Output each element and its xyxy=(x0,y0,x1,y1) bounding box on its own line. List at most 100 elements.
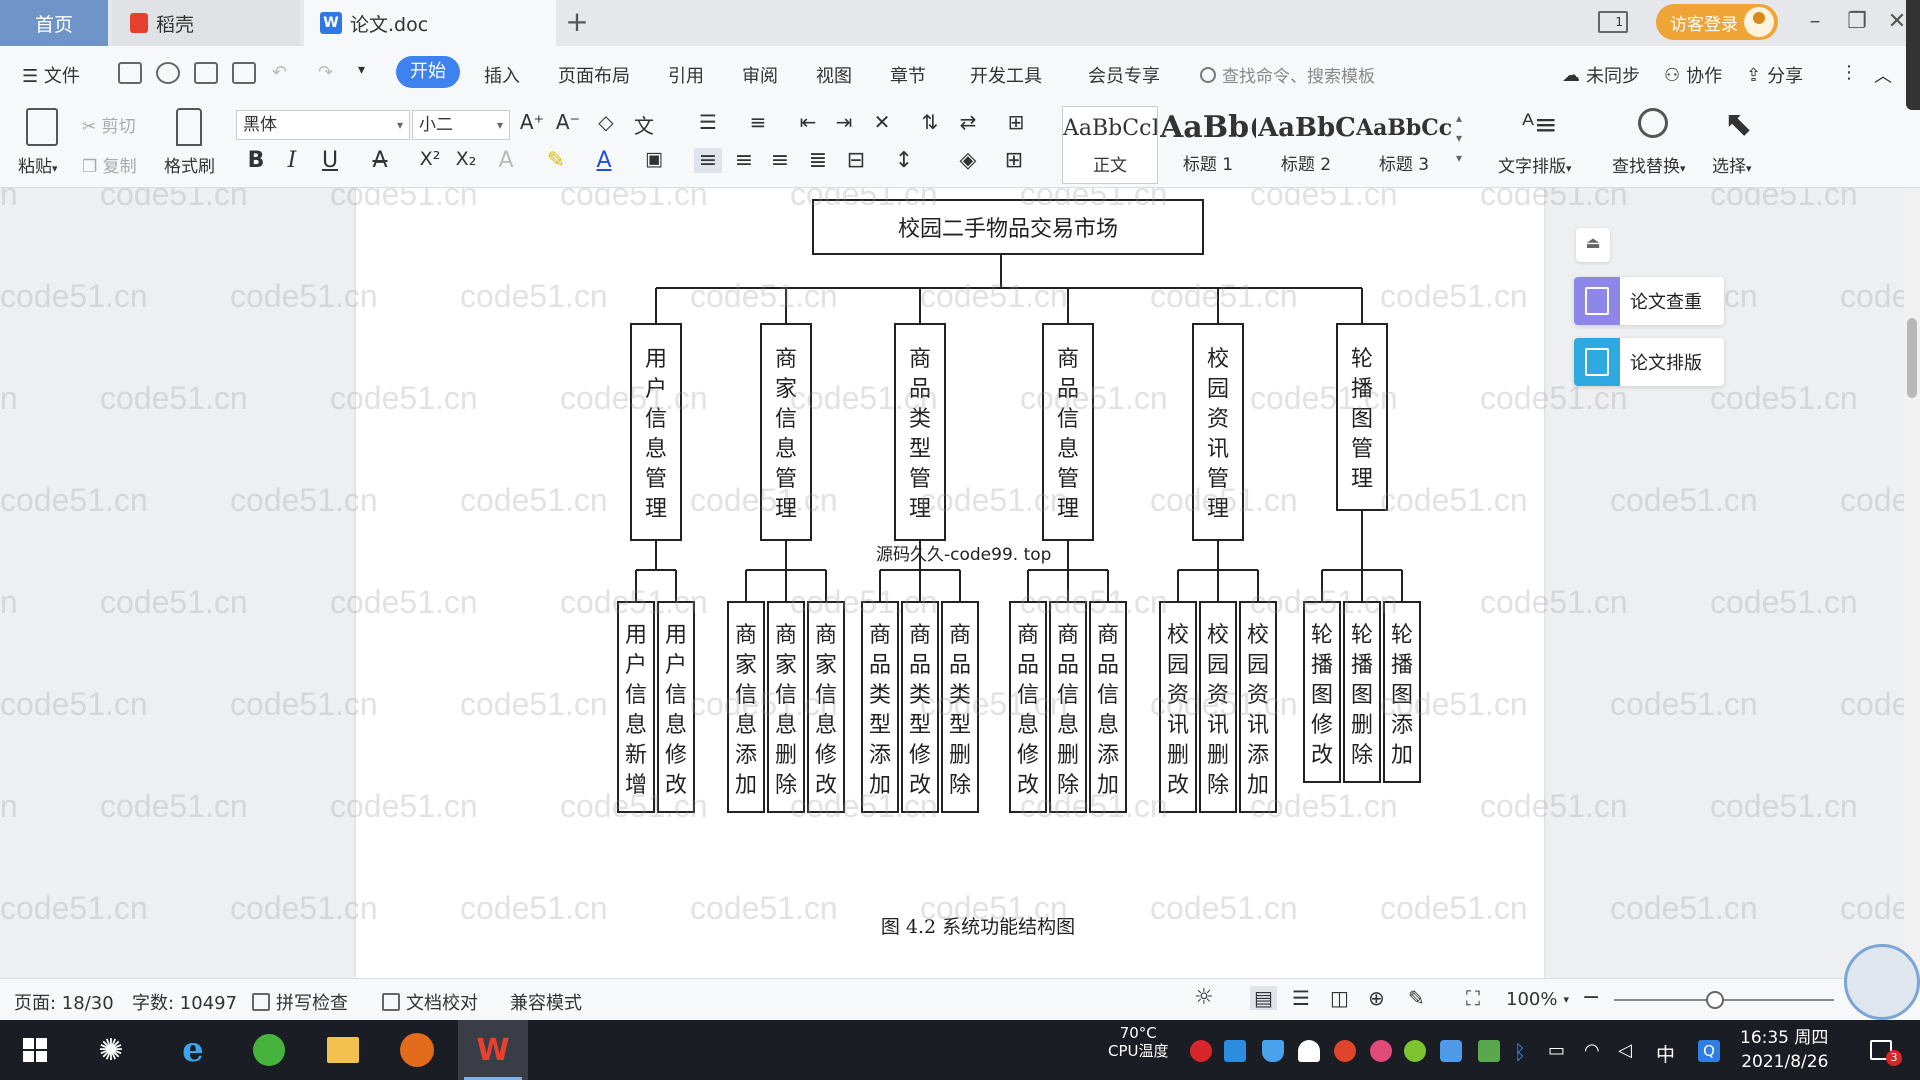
italic-icon[interactable]: I xyxy=(278,148,306,173)
document-page[interactable]: 校园二手物品交易市场 用户信息管理 用户信息新增 用户信息修改 商家信息管理 商家信息添加… xyxy=(356,188,1544,978)
align-right-icon[interactable]: ≡ xyxy=(766,148,794,173)
redo-icon[interactable]: ↷ xyxy=(318,62,333,83)
increase-indent-icon[interactable]: ⇥ xyxy=(830,110,858,134)
paper-layout-button[interactable]: 论文排版 xyxy=(1574,338,1724,386)
highlight-icon[interactable]: ✎ xyxy=(542,148,570,173)
write-view-icon[interactable]: ✎ xyxy=(1408,986,1425,1010)
decrease-indent-icon[interactable]: ⇤ xyxy=(794,110,822,134)
assistant-robot-icon[interactable] xyxy=(1844,944,1920,1020)
outline-view-icon[interactable]: ☰ xyxy=(1292,986,1310,1010)
tray-pet-icon[interactable] xyxy=(1334,1040,1356,1062)
bold-icon[interactable]: B xyxy=(242,148,270,173)
font-size-select[interactable]: 小二 ▾ xyxy=(412,110,510,140)
tray-360-icon[interactable] xyxy=(1440,1040,1462,1062)
text-layout-button[interactable]: 文字排版▾ xyxy=(1498,152,1572,177)
tray-red-icon[interactable] xyxy=(1190,1040,1212,1062)
undo-history-icon[interactable] xyxy=(156,62,180,84)
wifi-icon[interactable]: ◠ xyxy=(1584,1040,1606,1062)
collapse-ribbon-icon[interactable]: ︿ xyxy=(1874,62,1892,88)
bell-icon[interactable] xyxy=(1298,1040,1320,1062)
menu-developer[interactable]: 开发工具 xyxy=(970,62,1042,88)
ie-browser-app[interactable]: e xyxy=(158,1020,228,1080)
paste-icon[interactable] xyxy=(26,108,58,146)
show-marks-icon[interactable]: ⊞ xyxy=(1002,110,1030,134)
save-icon[interactable] xyxy=(118,62,142,84)
menu-insert[interactable]: 插入 xyxy=(484,62,520,88)
justify-icon[interactable]: ≣ xyxy=(804,148,832,173)
new-tab-button[interactable]: + xyxy=(560,6,594,40)
zoom-slider[interactable] xyxy=(1614,999,1834,1001)
paper-check-button[interactable]: 论文查重 xyxy=(1574,277,1724,325)
subscript-icon[interactable]: X₂ xyxy=(452,148,480,170)
text-effect-icon[interactable]: A xyxy=(492,148,520,173)
format-painter-button[interactable]: 格式刷 xyxy=(164,152,215,177)
pinwheel-app[interactable]: ✺ xyxy=(76,1020,146,1080)
tab-docer[interactable]: 稻壳 xyxy=(112,0,300,46)
style-normal[interactable]: AaBbCcI 正文 xyxy=(1062,106,1158,184)
web-view-icon[interactable]: ⊕ xyxy=(1368,986,1385,1010)
file-explorer-app[interactable] xyxy=(308,1020,378,1080)
nvidia-icon[interactable] xyxy=(1478,1040,1500,1062)
text-layout-icon[interactable]: ᴬ≡ xyxy=(1522,108,1558,142)
shading-icon[interactable]: ◈ xyxy=(954,148,982,173)
side-panel-collapse-icon[interactable]: ⏏ xyxy=(1576,228,1610,262)
menu-review[interactable]: 审阅 xyxy=(742,62,778,88)
visitor-login-button[interactable]: 访客登录 xyxy=(1656,4,1778,40)
menu-chapter[interactable]: 章节 xyxy=(890,62,926,88)
system-clock[interactable]: 16:35 周四 2021/8/26 xyxy=(1740,1026,1828,1074)
shield-icon[interactable] xyxy=(1262,1040,1284,1062)
numbering-icon[interactable]: ≡ xyxy=(744,110,772,134)
text-direction-icon[interactable]: ⇄ xyxy=(954,110,982,134)
collaborate-button[interactable]: ⚇ 协作 xyxy=(1664,62,1722,88)
tray-blue-icon[interactable] xyxy=(1224,1040,1246,1062)
format-painter-icon[interactable] xyxy=(176,108,202,146)
page-view-icon[interactable]: ▤ xyxy=(1250,986,1277,1010)
menu-references[interactable]: 引用 xyxy=(668,62,704,88)
customize-toolbar-icon[interactable]: ▾ xyxy=(358,62,365,78)
ime-indicator[interactable]: 中 xyxy=(1656,1040,1678,1066)
tab-document[interactable]: W 论文.doc xyxy=(304,0,556,46)
menu-view[interactable]: 视图 xyxy=(816,62,852,88)
monkey-app[interactable] xyxy=(382,1020,452,1080)
sync-status[interactable]: ☁ 未同步 xyxy=(1562,62,1640,88)
grow-font-icon[interactable]: A⁺ xyxy=(518,110,546,134)
search-tray-icon[interactable]: Q xyxy=(1698,1040,1720,1062)
sort-icon[interactable]: ⇅ xyxy=(916,110,944,134)
zoom-out-icon[interactable]: − xyxy=(1582,985,1600,1010)
undo-icon[interactable]: ↶ xyxy=(272,62,287,83)
select-cursor-icon[interactable]: ⬉ xyxy=(1724,104,1753,144)
scrollbar-thumb[interactable] xyxy=(1907,318,1917,398)
align-center-icon[interactable]: ≡ xyxy=(730,148,758,173)
superscript-icon[interactable]: X² xyxy=(416,148,444,170)
print-icon[interactable] xyxy=(194,62,218,84)
tray-green-icon[interactable] xyxy=(1404,1040,1426,1062)
distribute-icon[interactable]: ⊟ xyxy=(842,148,870,173)
minimize-icon[interactable]: – xyxy=(1800,8,1830,38)
chinese-layout-icon[interactable]: ✕ xyxy=(868,110,896,134)
copy-button[interactable]: ❐ 复制 xyxy=(82,152,137,177)
wps-app[interactable]: W xyxy=(458,1020,528,1080)
reading-view-icon[interactable]: ◫ xyxy=(1330,986,1349,1010)
style-heading-1[interactable]: AaBb( 标题 1 xyxy=(1160,106,1256,184)
zoom-level[interactable]: 100% ▾ xyxy=(1506,989,1569,1010)
eye-protect-icon[interactable]: ☼ xyxy=(1194,985,1214,1010)
phonetic-guide-icon[interactable]: 文 xyxy=(630,110,658,139)
underline-icon[interactable]: U xyxy=(316,148,344,173)
window-layout-icon[interactable]: 1 xyxy=(1598,11,1628,33)
paste-button[interactable]: 粘贴▾ xyxy=(18,152,58,177)
shrink-font-icon[interactable]: A⁻ xyxy=(554,110,582,134)
styles-scroll-icon[interactable]: ▴ ▾ ▾ xyxy=(1456,108,1462,168)
start-button[interactable] xyxy=(0,1020,70,1080)
align-left-icon[interactable]: ≡ xyxy=(694,148,722,173)
borders-icon[interactable]: ⊞ xyxy=(1000,148,1028,173)
spell-check-toggle[interactable]: 拼写检查 xyxy=(252,989,348,1015)
find-replace-button[interactable]: 查找替换▾ xyxy=(1612,152,1686,177)
360-browser-app[interactable] xyxy=(234,1020,304,1080)
vertical-scrollbar[interactable] xyxy=(1904,188,1920,978)
more-icon[interactable]: ⋮ xyxy=(1840,62,1858,83)
battery-icon[interactable]: ▭ xyxy=(1548,1040,1570,1062)
tab-home[interactable]: 首页 xyxy=(0,0,108,46)
doc-proofread-button[interactable]: 文档校对 xyxy=(382,989,478,1015)
fit-page-icon[interactable]: ⛶ xyxy=(1466,986,1480,1010)
menu-start-tab[interactable]: 开始 xyxy=(396,56,460,88)
